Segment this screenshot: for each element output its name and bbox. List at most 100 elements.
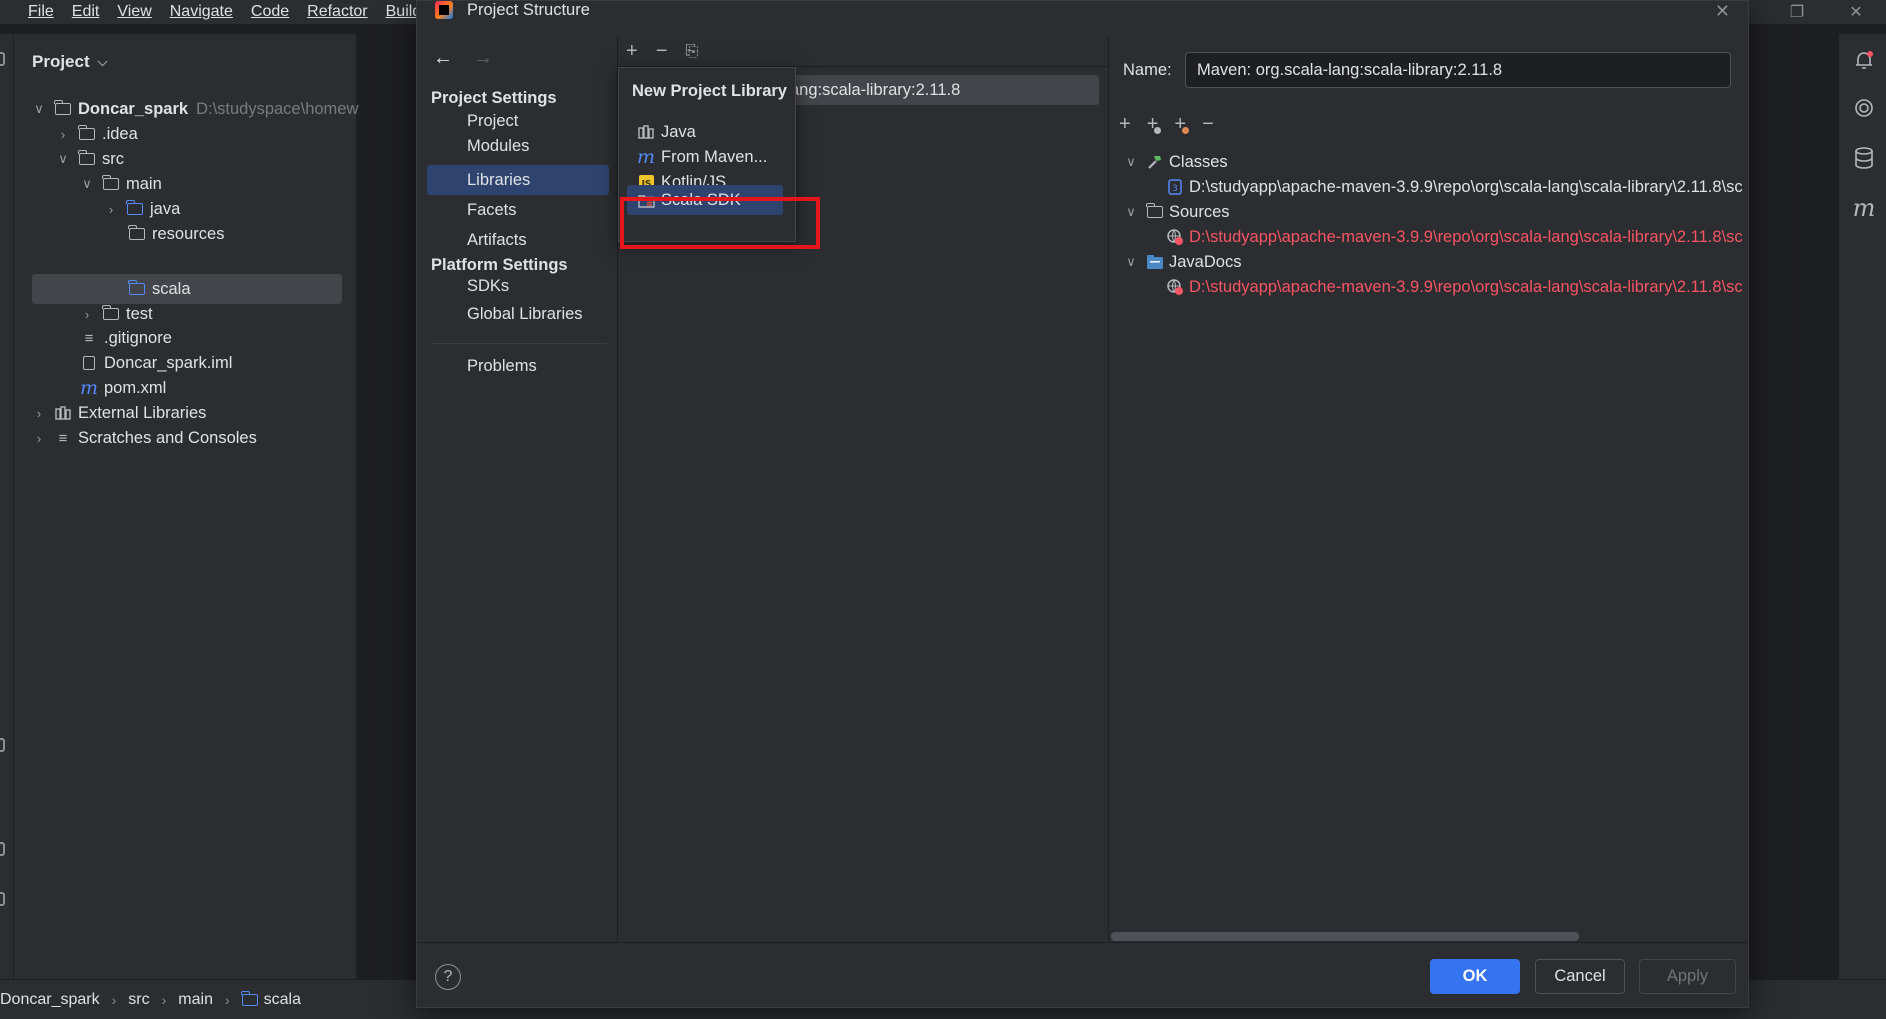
source-folder-icon <box>128 280 146 297</box>
horizontal-scrollbar[interactable] <box>1111 932 1579 941</box>
nav-item-modules[interactable]: Modules <box>427 131 609 161</box>
nav-item-label: Facets <box>467 200 517 219</box>
nav-item-global-libraries[interactable]: Global Libraries <box>427 299 609 329</box>
tree-node-javadocs[interactable]: ∨ JavaDocs <box>1123 248 1241 276</box>
library-name-value: Maven: org.scala-lang:scala-library:2.11… <box>1197 60 1503 79</box>
nav-item-label: Libraries <box>467 170 531 189</box>
chevron-right-icon[interactable]: › <box>104 202 118 217</box>
chevron-down-icon[interactable]: ∨ <box>32 101 46 117</box>
breadcrumb-item[interactable]: main <box>178 991 213 1009</box>
add-jar-icon[interactable]: + <box>1147 113 1162 136</box>
chevron-down-icon[interactable]: ∨ <box>56 151 70 167</box>
name-label: Name: <box>1123 61 1172 79</box>
tree-item-label: Scratches and Consoles <box>78 428 257 447</box>
chevron-down-icon[interactable]: ∨ <box>80 176 94 192</box>
project-panel-header[interactable]: Project ⌵ <box>32 52 108 72</box>
menu-code[interactable]: Code <box>242 3 298 21</box>
menu-refactor[interactable]: Refactor <box>298 3 376 21</box>
breadcrumb-item[interactable]: Doncar_spark <box>0 991 100 1009</box>
tree-item-main[interactable]: ∨ main <box>80 170 162 198</box>
chevron-right-icon[interactable]: › <box>32 431 46 446</box>
nav-item-problems[interactable]: Problems <box>427 351 609 381</box>
annotation-highlight-box <box>620 197 820 249</box>
chevron-right-icon[interactable]: › <box>32 406 46 421</box>
svg-text:3: 3 <box>1172 184 1178 194</box>
tree-item-scala[interactable]: scala <box>128 275 191 303</box>
tree-item-pom[interactable]: m pom.xml <box>80 374 166 402</box>
tool-window-icon[interactable] <box>0 738 5 752</box>
classes-path-row[interactable]: 3 D:\studyapp\apache-maven-3.9.9\repo\or… <box>1165 173 1743 201</box>
breadcrumb-item[interactable]: scala <box>264 991 301 1009</box>
nav-item-label: Problems <box>467 356 537 375</box>
folder-icon <box>102 305 120 322</box>
sources-folder-icon <box>1145 203 1165 221</box>
sources-path-row[interactable]: D:\studyapp\apache-maven-3.9.9\repo\org\… <box>1165 223 1743 251</box>
right-tool-strip: m <box>1838 34 1886 979</box>
tool-window-icon[interactable] <box>0 892 5 906</box>
ai-assistant-icon[interactable] <box>1852 96 1876 120</box>
forward-arrow-icon[interactable]: → <box>473 47 493 70</box>
tree-item-label: resources <box>152 224 225 243</box>
dialog-title-bar: Project Structure ✕ <box>417 1 1748 23</box>
add-icon[interactable]: + <box>626 40 638 63</box>
cancel-button-label: Cancel <box>1554 967 1606 985</box>
chevron-right-icon[interactable]: › <box>56 127 70 142</box>
remove-icon[interactable]: − <box>1202 113 1214 136</box>
folder-icon <box>102 175 120 192</box>
library-name-field[interactable]: Maven: org.scala-lang:scala-library:2.11… <box>1185 52 1731 88</box>
ok-button[interactable]: OK <box>1430 959 1520 994</box>
nav-item-facets[interactable]: Facets <box>427 195 609 225</box>
chevron-down-icon[interactable]: ∨ <box>1123 254 1139 270</box>
menu-edit[interactable]: Edit <box>63 3 109 21</box>
library-icon <box>54 406 72 421</box>
breadcrumb-item[interactable]: src <box>128 991 149 1009</box>
tree-item-scratches[interactable]: › ≡ Scratches and Consoles <box>32 424 257 452</box>
apply-button[interactable]: Apply <box>1639 959 1736 994</box>
add-icon[interactable]: + <box>1119 113 1131 136</box>
nav-item-sdks[interactable]: SDKs <box>427 271 609 301</box>
cancel-button[interactable]: Cancel <box>1535 959 1625 994</box>
restore-window-icon[interactable]: ❐ <box>1777 0 1817 24</box>
javadocs-folder-icon <box>1145 253 1165 271</box>
remove-icon[interactable]: − <box>656 40 668 63</box>
tree-node-sources[interactable]: ∨ Sources <box>1123 198 1229 226</box>
tree-item-java[interactable]: › java <box>104 195 180 223</box>
help-button[interactable]: ? <box>435 964 461 990</box>
close-window-icon[interactable]: ✕ <box>1836 0 1876 24</box>
library-item-label: ang:scala-library:2.11.8 <box>790 80 961 99</box>
menu-view[interactable]: View <box>108 3 160 21</box>
tree-item-external-libraries[interactable]: › External Libraries <box>32 399 207 427</box>
invalid-url-icon <box>1165 228 1185 246</box>
classes-hammer-icon <box>1145 153 1165 171</box>
tree-item-idea[interactable]: › .idea <box>56 120 138 148</box>
project-tool-icon[interactable] <box>0 52 5 66</box>
maven-tool-icon[interactable]: m <box>1852 194 1876 222</box>
tool-window-icon[interactable] <box>0 842 5 856</box>
close-icon[interactable]: ✕ <box>1715 1 1730 22</box>
menu-file[interactable]: File <box>0 3 63 21</box>
nav-item-label: Global Libraries <box>467 304 583 323</box>
tree-item-label: .gitignore <box>104 328 172 347</box>
copy-icon[interactable]: ⎘ <box>685 43 698 61</box>
tree-item-label: main <box>126 174 162 193</box>
tree-item-resources[interactable]: resources <box>128 220 224 248</box>
tree-item-doncar-spark[interactable]: ∨ Doncar_spark D:\studyspace\homew <box>32 95 358 123</box>
chevron-down-icon[interactable]: ∨ <box>1123 204 1139 220</box>
chevron-right-icon[interactable]: › <box>80 307 94 322</box>
javadocs-path-row[interactable]: D:\studyapp\apache-maven-3.9.9\repo\org\… <box>1165 273 1743 301</box>
database-icon[interactable] <box>1852 146 1876 170</box>
tree-item-iml[interactable]: Doncar_spark.iml <box>80 349 232 377</box>
back-arrow-icon[interactable]: ← <box>433 47 453 70</box>
menu-navigate[interactable]: Navigate <box>161 3 242 21</box>
add-url-icon[interactable]: + <box>1174 113 1190 136</box>
notifications-icon[interactable] <box>1852 48 1876 72</box>
tree-item-src[interactable]: ∨ src <box>56 145 124 173</box>
folder-icon <box>78 125 96 142</box>
tree-node-classes[interactable]: ∨ Classes <box>1123 148 1227 176</box>
chevron-down-icon[interactable]: ∨ <box>1123 154 1139 170</box>
nav-item-artifacts[interactable]: Artifacts <box>427 225 609 255</box>
nav-item-libraries[interactable]: Libraries <box>427 165 609 195</box>
nav-item-label: Modules <box>467 136 530 155</box>
library-detail-panel: Name: Maven: org.scala-lang:scala-librar… <box>1109 37 1749 942</box>
tree-item-gitignore[interactable]: ≡ .gitignore <box>80 324 172 352</box>
